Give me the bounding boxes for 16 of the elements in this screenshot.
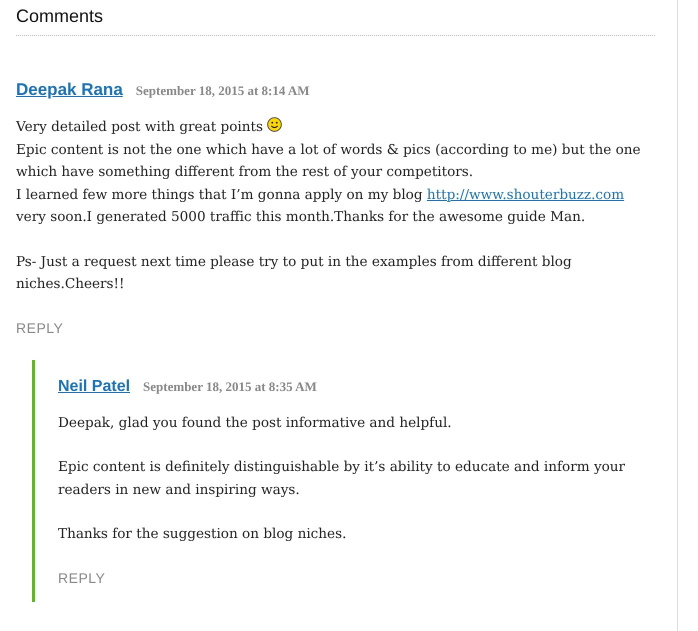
smiley-icon [267,117,282,132]
comment-date: September 18, 2015 at 8:14 AM [136,83,310,99]
comment-author[interactable]: Deepak Rana [16,80,123,100]
comment-author[interactable]: Neil Patel [58,378,130,396]
comment-text: Deepak, glad you found the post informative and helpful. [58,414,453,432]
comment-text: I learned few more things that I’m gonna apply on my blog http://www.shouterbuzz.com very soon.I generated 5000 traffic this month.Thanks for the awesome guide Man. [16,186,626,227]
reply-link[interactable]: REPLY [58,570,106,586]
blog-link[interactable]: http://www.shouterbuzz.com [426,186,624,202]
comment-text: Thanks for the suggestion on blog niches. [58,525,348,544]
comment-date: September 18, 2015 at 8:35 AM [143,378,317,394]
comment-text: Epic content is definitely distinguishable by it’s ability to educate and inform your readers in new and inspiring ways. [58,458,626,500]
comment-text: Very detailed post with great points [16,116,655,138]
comment-text: Epic content is not the one which have a lot of words & pics (according to me) but the one which have something different from the rest of your competitors. [16,140,642,182]
reply-link[interactable]: REPLY [16,320,64,336]
comment-text: Ps- Just a request next time please try to put in the examples from different blog niches.Cheers!! [16,252,573,294]
comments-heading: Comments [16,0,655,36]
